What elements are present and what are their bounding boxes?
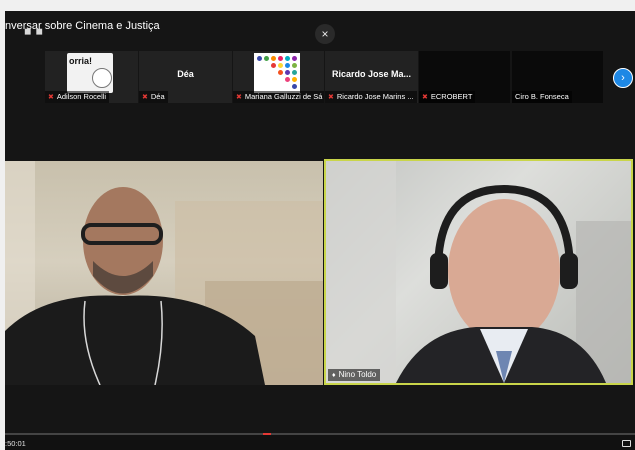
playback-timestamp: :50:01 [5, 439, 26, 448]
microphone-muted-icon: ✖ [328, 94, 334, 101]
participant-label: ✖ Ricardo Jose Marins ... [325, 91, 417, 103]
close-button[interactable]: × [315, 24, 335, 44]
participant-name: Adilson Rocelli [56, 92, 107, 101]
video-left-person [5, 161, 323, 385]
settings-icon[interactable] [622, 440, 631, 447]
video-right-person [326, 161, 631, 383]
participant-thumbnail [254, 53, 300, 93]
participant-tile-mariana[interactable]: ✖ Mariana Galluzzi de Sá [233, 51, 324, 103]
video-feed-left[interactable] [5, 161, 323, 385]
participant-label: ✖ Mariana Galluzzi de Sá [233, 91, 324, 103]
participant-thumbnail: orria! [67, 53, 113, 93]
progress-track[interactable] [5, 433, 635, 435]
progress-marker[interactable] [263, 433, 271, 435]
participant-label: ✖ Déa [139, 91, 168, 103]
poster-clock-graphic [92, 68, 112, 88]
participant-name: Ricardo Jose Marins ... [336, 92, 414, 101]
poster-text: orria! [69, 56, 93, 66]
participant-name: Mariana Galluzzi de Sá [244, 92, 323, 101]
title-overlay-icons: ◼◼ [24, 26, 47, 36]
participant-tile-dea[interactable]: Déa ✖ Déa [139, 51, 232, 103]
meeting-window: nversar sobre Cinema e Justiça ◼◼ × orri… [5, 11, 635, 450]
participant-name: Nino Toldo [338, 370, 377, 379]
participant-tile-ecrobert[interactable]: ✖ ECROBERT [419, 51, 510, 103]
microphone-muted-icon: ✖ [142, 94, 148, 101]
chevron-right-icon[interactable]: › [613, 68, 633, 88]
participant-name: Déa [150, 92, 165, 101]
participant-label: ♦ Nino Toldo [328, 369, 381, 381]
participant-tile-adilson[interactable]: orria! ✖ Adilson Rocelli [45, 51, 138, 103]
participant-label: ✖ Adilson Rocelli [45, 91, 110, 103]
participant-display-name: Ricardo Jose Ma... [331, 69, 412, 79]
microphone-icon: ♦ [332, 372, 336, 379]
participant-label: ✖ ECROBERT [419, 91, 476, 103]
microphone-muted-icon: ✖ [422, 94, 428, 101]
participant-display-name: Déa [177, 69, 194, 79]
microphone-muted-icon: ✖ [236, 94, 242, 101]
participant-tile-ciro[interactable]: Ciro B. Fonseca [512, 51, 603, 103]
participant-label: Ciro B. Fonseca [512, 91, 572, 103]
participant-tile-ricardo[interactable]: Ricardo Jose Ma... ✖ Ricardo Jose Marins … [325, 51, 418, 103]
participant-name: Ciro B. Fonseca [515, 92, 569, 101]
video-feed-right[interactable]: ♦ Nino Toldo [324, 159, 633, 385]
player-controls: :50:01 [5, 433, 635, 450]
microphone-muted-icon: ✖ [48, 94, 54, 101]
participant-name: ECROBERT [430, 92, 473, 101]
